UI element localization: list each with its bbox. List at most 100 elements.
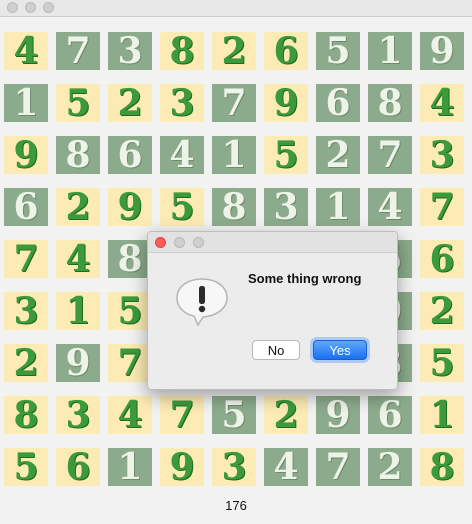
status-count: 176 (225, 498, 247, 513)
digit-tile[interactable]: 6 (108, 136, 152, 174)
digit-label: 9 (13, 134, 39, 176)
digit-tile[interactable]: 5 (420, 344, 464, 382)
digit-label: 2 (325, 134, 351, 176)
digit-tile[interactable]: 9 (420, 32, 464, 70)
digit-label: 4 (273, 446, 299, 488)
digit-tile[interactable]: 8 (160, 32, 204, 70)
digit-label: 9 (325, 394, 351, 436)
digit-tile[interactable]: 2 (56, 188, 100, 226)
digit-tile[interactable]: 7 (4, 240, 48, 278)
digit-tile[interactable]: 2 (316, 136, 360, 174)
window-minimize-button[interactable] (25, 2, 36, 13)
digit-tile[interactable]: 1 (56, 292, 100, 330)
window-close-button[interactable] (7, 2, 18, 13)
digit-tile[interactable]: 3 (264, 188, 308, 226)
digit-tile[interactable]: 7 (420, 188, 464, 226)
digit-tile[interactable]: 5 (4, 448, 48, 486)
dialog-close-button[interactable] (155, 237, 166, 248)
digit-label: 4 (117, 394, 143, 436)
digit-tile[interactable]: 4 (368, 188, 412, 226)
digit-tile[interactable]: 9 (316, 396, 360, 434)
digit-label: 3 (273, 186, 299, 228)
digit-label: 3 (13, 290, 39, 332)
digit-tile[interactable]: 3 (4, 292, 48, 330)
digit-label: 8 (221, 186, 247, 228)
digit-tile[interactable]: 3 (56, 396, 100, 434)
digit-tile[interactable]: 1 (420, 396, 464, 434)
digit-tile[interactable]: 8 (212, 188, 256, 226)
digit-tile[interactable]: 5 (316, 32, 360, 70)
digit-tile[interactable]: 4 (56, 240, 100, 278)
digit-tile[interactable]: 7 (108, 344, 152, 382)
digit-label: 3 (169, 82, 195, 124)
digit-label: 8 (169, 30, 195, 72)
window-titlebar (0, 0, 472, 17)
digit-tile[interactable]: 5 (160, 188, 204, 226)
digit-tile[interactable]: 2 (4, 344, 48, 382)
digit-label: 9 (117, 186, 143, 228)
digit-tile[interactable]: 1 (368, 32, 412, 70)
digit-tile[interactable]: 4 (108, 396, 152, 434)
digit-tile[interactable]: 8 (4, 396, 48, 434)
digit-tile[interactable]: 9 (56, 344, 100, 382)
digit-tile[interactable]: 1 (316, 188, 360, 226)
digit-tile[interactable]: 2 (212, 32, 256, 70)
digit-tile[interactable]: 7 (316, 448, 360, 486)
digit-tile[interactable]: 9 (160, 448, 204, 486)
digit-label: 1 (65, 290, 91, 332)
digit-label: 6 (325, 82, 351, 124)
digit-tile[interactable]: 3 (160, 84, 204, 122)
digit-tile[interactable]: 6 (368, 396, 412, 434)
digit-label: 7 (377, 134, 403, 176)
digit-tile[interactable]: 1 (4, 84, 48, 122)
digit-tile[interactable]: 7 (212, 84, 256, 122)
digit-tile[interactable]: 1 (212, 136, 256, 174)
digit-tile[interactable]: 2 (264, 396, 308, 434)
digit-tile[interactable]: 3 (108, 32, 152, 70)
digit-tile[interactable]: 1 (108, 448, 152, 486)
digit-label: 8 (65, 134, 91, 176)
digit-label: 1 (377, 30, 403, 72)
digit-tile[interactable]: 4 (264, 448, 308, 486)
digit-label: 3 (65, 394, 91, 436)
digit-label: 9 (273, 82, 299, 124)
digit-tile[interactable]: 6 (56, 448, 100, 486)
digit-tile[interactable]: 8 (108, 240, 152, 278)
digit-tile[interactable]: 5 (264, 136, 308, 174)
window-zoom-button[interactable] (43, 2, 54, 13)
digit-tile[interactable]: 2 (368, 448, 412, 486)
digit-tile[interactable]: 5 (212, 396, 256, 434)
digit-label: 7 (117, 342, 143, 384)
digit-tile[interactable]: 6 (420, 240, 464, 278)
digit-label: 4 (13, 30, 39, 72)
digit-tile[interactable]: 8 (420, 448, 464, 486)
digit-tile[interactable]: 6 (4, 188, 48, 226)
yes-button[interactable]: Yes (313, 340, 367, 360)
digit-label: 7 (325, 446, 351, 488)
digit-tile[interactable]: 4 (4, 32, 48, 70)
digit-tile[interactable]: 2 (420, 292, 464, 330)
digit-tile[interactable]: 3 (212, 448, 256, 486)
digit-label: 1 (429, 394, 455, 436)
digit-tile[interactable]: 4 (160, 136, 204, 174)
digit-tile[interactable]: 8 (368, 84, 412, 122)
digit-tile[interactable]: 7 (368, 136, 412, 174)
digit-tile[interactable]: 4 (420, 84, 464, 122)
digit-label: 7 (65, 30, 91, 72)
digit-tile[interactable]: 7 (56, 32, 100, 70)
digit-label: 6 (273, 30, 299, 72)
digit-tile[interactable]: 5 (108, 292, 152, 330)
digit-tile[interactable]: 7 (160, 396, 204, 434)
digit-tile[interactable]: 9 (264, 84, 308, 122)
digit-tile[interactable]: 6 (264, 32, 308, 70)
digit-tile[interactable]: 9 (4, 136, 48, 174)
digit-tile[interactable]: 3 (420, 136, 464, 174)
digit-tile[interactable]: 9 (108, 188, 152, 226)
digit-tile[interactable]: 2 (108, 84, 152, 122)
no-button[interactable]: No (252, 340, 300, 360)
digit-tile[interactable]: 5 (56, 84, 100, 122)
digit-label: 6 (13, 186, 39, 228)
digit-tile[interactable]: 8 (56, 136, 100, 174)
digit-label: 9 (429, 30, 455, 72)
digit-tile[interactable]: 6 (316, 84, 360, 122)
